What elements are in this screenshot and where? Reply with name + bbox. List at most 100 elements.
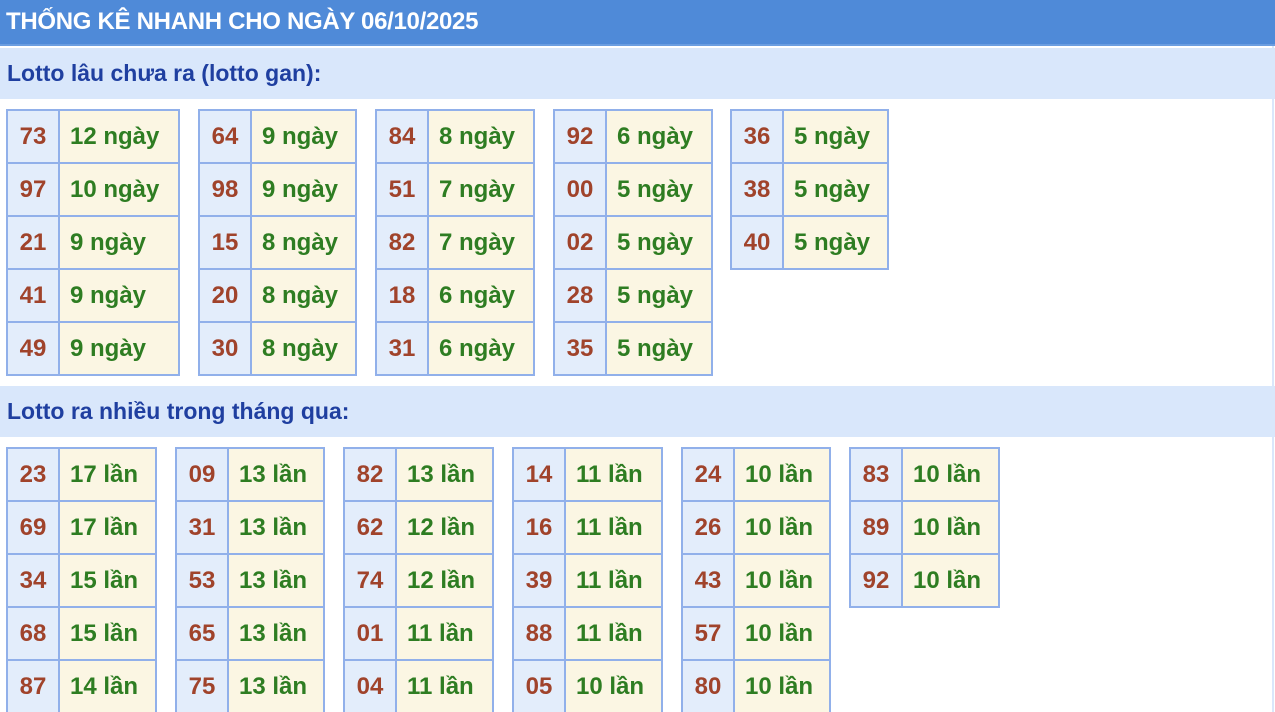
lotto-number: 26 [681, 500, 735, 555]
gan_section-table: 64 9 ngày 98 9 ngày 15 8 ngày 20 8 ngày 30 8 ngày [198, 109, 357, 376]
lotto-count: 11 lần [395, 659, 494, 712]
right-border [1272, 46, 1274, 712]
lotto-number: 92 [849, 553, 903, 608]
table-row: 02 5 ngày [553, 215, 713, 270]
table-row: 69 17 lần [6, 500, 157, 555]
table-row: 39 11 lần [512, 553, 663, 608]
table-row: 97 10 ngày [6, 162, 180, 217]
lotto-number: 14 [512, 447, 566, 502]
lotto-number: 20 [198, 268, 252, 323]
table-row: 64 9 ngày [198, 109, 357, 164]
lotto-number: 74 [343, 553, 397, 608]
lotto-count: 10 lần [733, 553, 831, 608]
table-row: 21 9 ngày [6, 215, 180, 270]
lotto-number: 04 [343, 659, 397, 712]
table-row: 65 13 lần [175, 606, 325, 661]
table-row: 92 6 ngày [553, 109, 713, 164]
lotto-number: 31 [175, 500, 229, 555]
lotto-count: 14 lần [58, 659, 157, 712]
lotto-number: 82 [375, 215, 429, 270]
lotto-count: 5 ngày [782, 215, 889, 270]
lotto-number: 34 [6, 553, 60, 608]
table-row: 73 12 ngày [6, 109, 180, 164]
table-row: 36 5 ngày [730, 109, 889, 164]
lotto-number: 98 [198, 162, 252, 217]
lotto-count: 10 lần [733, 447, 831, 502]
table-row: 16 11 lần [512, 500, 663, 555]
table-row: 35 5 ngày [553, 321, 713, 376]
lotto-count: 9 ngày [58, 268, 180, 323]
table-row: 84 8 ngày [375, 109, 535, 164]
lotto-count: 5 ngày [605, 268, 713, 323]
table-row: 88 11 lần [512, 606, 663, 661]
lotto-number: 24 [681, 447, 735, 502]
lotto-number: 62 [343, 500, 397, 555]
lotto-count: 6 ngày [605, 109, 713, 164]
table-row: 20 8 ngày [198, 268, 357, 323]
lotto-number: 31 [375, 321, 429, 376]
lotto-count: 10 ngày [58, 162, 180, 217]
gan-section-title: Lotto lâu chưa ra (lotto gan): [0, 48, 1275, 99]
table-row: 68 15 lần [6, 606, 157, 661]
lotto-count: 13 lần [227, 553, 325, 608]
lotto-count: 11 lần [564, 553, 663, 608]
table-row: 43 10 lần [681, 553, 831, 608]
frequent-section-title: Lotto ra nhiều trong tháng qua: [0, 386, 1275, 437]
lotto-count: 10 lần [901, 500, 1000, 555]
lotto-number: 73 [6, 109, 60, 164]
lotto-count: 10 lần [901, 553, 1000, 608]
table-row: 01 11 lần [343, 606, 494, 661]
table-row: 53 13 lần [175, 553, 325, 608]
lotto-number: 41 [6, 268, 60, 323]
table-row: 04 11 lần [343, 659, 494, 712]
lotto-count: 13 lần [227, 500, 325, 555]
table-row: 14 11 lần [512, 447, 663, 502]
lotto-number: 05 [512, 659, 566, 712]
lotto-count: 8 ngày [250, 321, 357, 376]
lotto-number: 18 [375, 268, 429, 323]
lotto-count: 10 lần [564, 659, 663, 712]
lotto-number: 92 [553, 109, 607, 164]
lotto-number: 21 [6, 215, 60, 270]
table-row: 40 5 ngày [730, 215, 889, 270]
lotto-number: 89 [849, 500, 903, 555]
table-row: 92 10 lần [849, 553, 1000, 608]
lotto-number: 35 [553, 321, 607, 376]
table-row: 31 13 lần [175, 500, 325, 555]
table-row: 82 7 ngày [375, 215, 535, 270]
table-row: 38 5 ngày [730, 162, 889, 217]
lotto-count: 9 ngày [58, 215, 180, 270]
lotto-number: 75 [175, 659, 229, 712]
lotto-count: 5 ngày [605, 321, 713, 376]
table-row: 05 10 lần [512, 659, 663, 712]
lotto-count: 6 ngày [427, 321, 535, 376]
gan_section-table: 36 5 ngày 38 5 ngày 40 5 ngày [730, 109, 889, 270]
lotto-number: 40 [730, 215, 784, 270]
lotto-count: 5 ngày [605, 215, 713, 270]
lotto-count: 8 ngày [427, 109, 535, 164]
frequent_section-table: 14 11 lần 16 11 lần 39 11 lần 88 11 lần 05 10 lần [512, 447, 663, 712]
lotto-count: 17 lần [58, 447, 157, 502]
lotto-count: 5 ngày [605, 162, 713, 217]
lotto-number: 80 [681, 659, 735, 712]
lotto-number: 83 [849, 447, 903, 502]
lotto-count: 7 ngày [427, 162, 535, 217]
frequent_section-table: 83 10 lần 89 10 lần 92 10 lần [849, 447, 1000, 608]
lotto-number: 23 [6, 447, 60, 502]
table-row: 15 8 ngày [198, 215, 357, 270]
table-row: 82 13 lần [343, 447, 494, 502]
lotto-number: 82 [343, 447, 397, 502]
lotto-number: 16 [512, 500, 566, 555]
table-row: 75 13 lần [175, 659, 325, 712]
lotto-count: 10 lần [733, 500, 831, 555]
lotto-number: 51 [375, 162, 429, 217]
lotto-count: 8 ngày [250, 215, 357, 270]
lotto-count: 11 lần [564, 606, 663, 661]
lotto-count: 10 lần [733, 659, 831, 712]
table-row: 98 9 ngày [198, 162, 357, 217]
table-row: 26 10 lần [681, 500, 831, 555]
lotto-number: 64 [198, 109, 252, 164]
table-row: 18 6 ngày [375, 268, 535, 323]
lotto-number: 02 [553, 215, 607, 270]
lotto-number: 84 [375, 109, 429, 164]
